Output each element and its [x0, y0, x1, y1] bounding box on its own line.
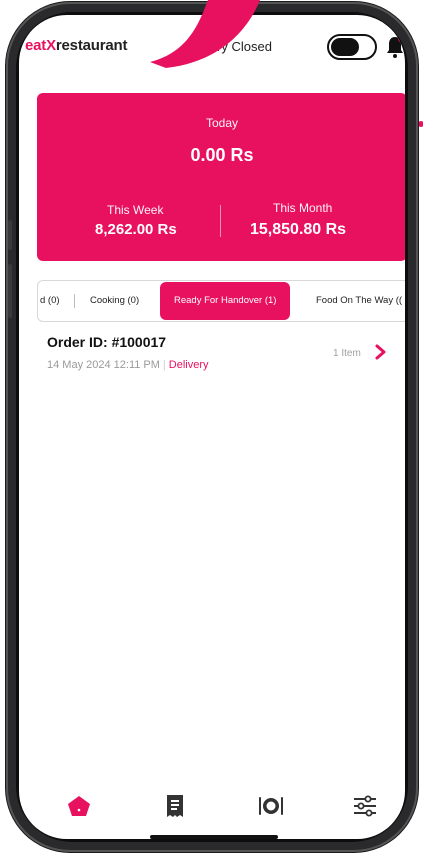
- bell-icon[interactable]: [385, 35, 405, 59]
- today-value: 0.00 Rs: [190, 145, 254, 165]
- app-logo: eatXrestaurant: [25, 37, 127, 54]
- decorative-dot: [418, 121, 423, 127]
- meta-separator: |: [162, 359, 166, 371]
- week-label: This Week: [107, 203, 164, 217]
- side-button: [8, 264, 12, 318]
- app-header: eatXrestaurant porary Closed: [19, 29, 405, 65]
- order-meta: 14 May 2024 12:11 PM | Delivery: [47, 359, 209, 371]
- dish-icon[interactable]: [258, 793, 284, 819]
- month-label: This Month: [273, 201, 333, 215]
- tab-cooking[interactable]: Cooking (0): [90, 281, 139, 321]
- toggle-switch-icon[interactable]: [327, 34, 377, 60]
- stats-divider: [220, 205, 221, 237]
- restaurant-status-label: porary Closed: [191, 39, 272, 54]
- earnings-card: Today 0.00 Rs This Week 8,262.00 Rs This…: [37, 93, 405, 261]
- tab-food-on-the-way[interactable]: Food On The Way ((: [316, 281, 402, 321]
- logo-mark: X: [46, 37, 56, 54]
- side-button: [8, 220, 12, 250]
- order-status-tabs: d (0) Cooking (0) Ready For Handover (1)…: [37, 280, 405, 322]
- today-label: Today: [205, 116, 239, 130]
- receipt-icon[interactable]: [162, 793, 188, 819]
- chevron-right-icon[interactable]: [375, 344, 387, 360]
- logo-prefix: eat: [25, 37, 47, 54]
- logo-suffix: restaurant: [55, 37, 128, 54]
- tab-ready-for-handover[interactable]: Ready For Handover (1): [160, 282, 291, 320]
- order-id: Order ID: #100017: [47, 334, 167, 350]
- phone-frame: eatXrestaurant porary Closed Today 0.00 …: [6, 2, 418, 852]
- order-item-count: 1 Item: [333, 348, 361, 359]
- month-value: 15,850.80 Rs: [250, 221, 347, 238]
- home-indicator: [150, 835, 278, 839]
- home-icon[interactable]: [66, 793, 92, 819]
- tab-separator: [74, 294, 75, 308]
- order-datetime: 14 May 2024 12:11 PM: [47, 359, 160, 371]
- week-value: 8,262.00 Rs: [95, 221, 177, 238]
- tab-accepted[interactable]: d (0): [40, 281, 60, 321]
- toggle-knob: [331, 38, 359, 56]
- order-type: Delivery: [168, 359, 209, 371]
- app-screen: eatXrestaurant porary Closed Today 0.00 …: [19, 15, 405, 839]
- settings-sliders-icon[interactable]: [352, 793, 378, 819]
